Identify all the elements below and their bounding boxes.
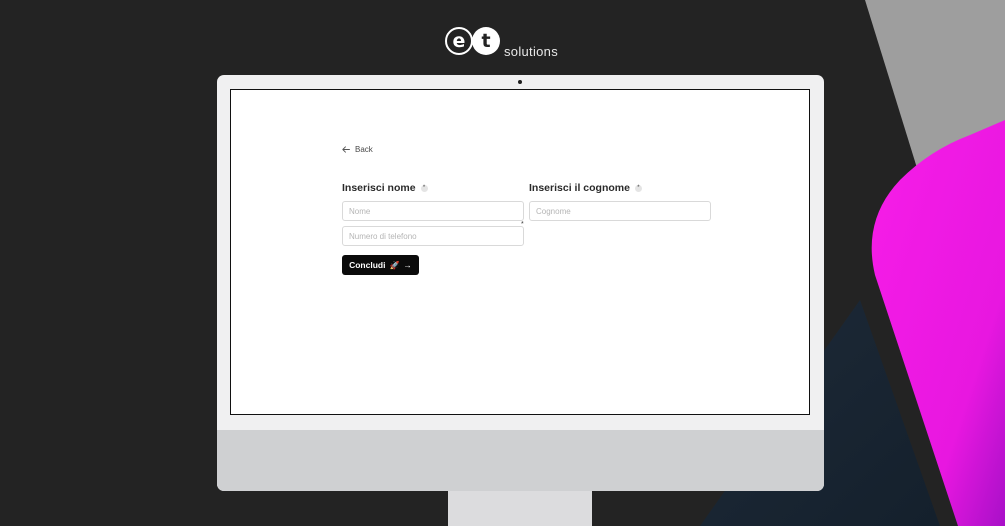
et-solutions-logo: e t solutions	[445, 27, 575, 61]
required-indicator: *	[634, 184, 642, 192]
logo-text: solutions	[504, 44, 559, 59]
back-label: Back	[355, 145, 373, 154]
phone-required-mark: *	[521, 221, 524, 228]
concludi-button[interactable]: Concludi 🚀 →	[342, 255, 419, 275]
screen: Back Inserisci nome * Inserisci il cogno…	[230, 89, 810, 415]
last-name-label: Inserisci il cognome *	[529, 182, 642, 194]
last-name-input[interactable]	[529, 201, 711, 221]
camera-dot	[518, 80, 522, 84]
phone-input[interactable]	[342, 226, 524, 246]
rocket-icon: 🚀	[389, 260, 400, 270]
concludi-label: Concludi	[349, 260, 386, 270]
arrow-left-icon	[342, 146, 350, 153]
logo-t-mark: t	[472, 27, 500, 55]
required-indicator: *	[420, 184, 428, 192]
first-name-label: Inserisci nome *	[342, 182, 428, 194]
monitor-frame: Back Inserisci nome * Inserisci il cogno…	[217, 75, 824, 491]
first-name-input[interactable]	[342, 201, 524, 221]
logo-e-mark: e	[445, 27, 473, 55]
arrow-right-icon: →	[403, 260, 412, 270]
monitor-stand	[448, 491, 592, 526]
monitor-chin	[217, 430, 824, 491]
back-link[interactable]: Back	[342, 145, 373, 154]
